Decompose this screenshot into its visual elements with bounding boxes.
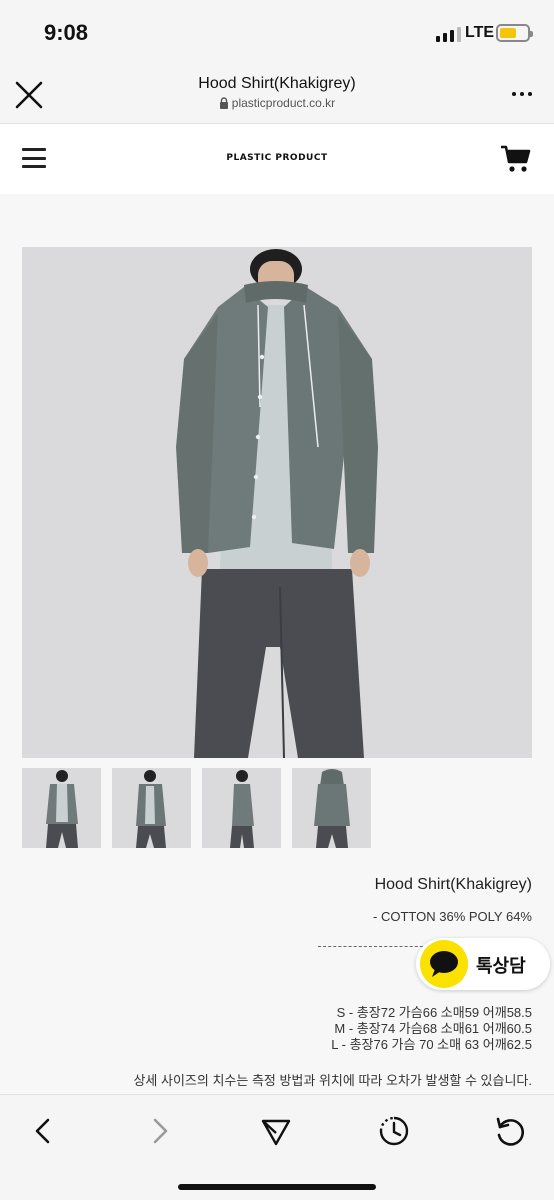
thumbnail[interactable] xyxy=(202,768,281,848)
size-line: S - 총장72 가슴66 소매59 어깨58.5 xyxy=(336,1005,532,1020)
network-type: LTE xyxy=(465,24,495,41)
url-text: plasticproduct.co.kr xyxy=(231,96,336,110)
model-photo xyxy=(22,247,532,758)
thumbnail[interactable] xyxy=(112,768,191,848)
cart-button[interactable] xyxy=(500,144,532,174)
size-line: L - 총장76 가슴 70 소매 63 어깨62.5 xyxy=(331,1037,532,1052)
status-time: 9:08 xyxy=(44,20,89,45)
chat-icon xyxy=(420,940,468,988)
history-button[interactable] xyxy=(376,1113,412,1149)
battery-icon xyxy=(496,24,533,42)
lock-icon xyxy=(219,97,228,109)
thumbnail-strip xyxy=(22,768,532,848)
reload-icon xyxy=(496,1117,524,1146)
divider xyxy=(318,946,428,947)
page-url: plasticproduct.co.kr xyxy=(0,96,554,110)
status-bar: 9:08 LTE xyxy=(0,0,554,62)
share-icon xyxy=(261,1119,291,1146)
share-button[interactable] xyxy=(258,1113,294,1149)
back-button[interactable] xyxy=(26,1113,62,1149)
size-chart: S - 총장72 가슴66 소매59 어깨58.5 M - 총장74 가슴68 … xyxy=(331,1005,532,1053)
forward-button[interactable] xyxy=(142,1113,178,1149)
page-title: Hood Shirt(Khakigrey) xyxy=(198,75,356,92)
back-icon xyxy=(35,1118,50,1144)
thumbnail[interactable] xyxy=(22,768,101,848)
home-indicator[interactable] xyxy=(178,1184,376,1190)
size-line: M - 총장74 가슴68 소매61 어깨60.5 xyxy=(334,1021,532,1036)
history-icon xyxy=(379,1116,409,1146)
thumbnail[interactable] xyxy=(292,768,371,848)
more-icon xyxy=(512,92,516,96)
product-material: - COTTON 36% POLY 64% xyxy=(373,909,532,924)
forward-icon xyxy=(153,1118,168,1144)
reload-button[interactable] xyxy=(492,1113,528,1149)
signal-icon xyxy=(436,26,461,42)
product-name: Hood Shirt(Khakigrey) xyxy=(374,876,532,893)
main-product-image[interactable] xyxy=(22,247,532,758)
site-header: PLASTIC PRODUCT xyxy=(0,124,554,194)
cart-icon xyxy=(501,145,531,172)
chat-label: 톡상담 xyxy=(476,956,526,976)
site-logo[interactable]: PLASTIC PRODUCT xyxy=(0,153,554,163)
more-button[interactable] xyxy=(512,92,536,100)
size-note: 상세 사이즈의 치수는 측정 방법과 위치에 따라 오차가 발생할 수 있습니다… xyxy=(133,1073,532,1088)
chat-consult-button[interactable]: 톡상담 xyxy=(416,938,550,990)
browser-toolbar xyxy=(0,1094,554,1200)
browser-header: Hood Shirt(Khakigrey) plasticproduct.co.… xyxy=(0,62,554,124)
